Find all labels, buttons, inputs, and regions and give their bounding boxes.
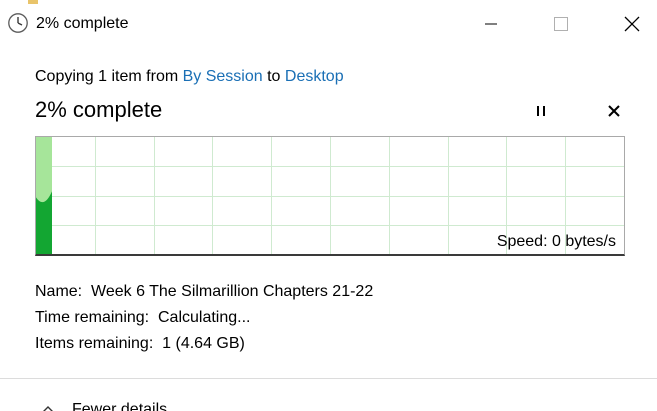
title-bar[interactable]: 2% complete: [0, 6, 657, 42]
window-title: 2% complete: [36, 15, 129, 32]
clock-icon: [8, 13, 28, 33]
progress-status: 2% complete: [35, 97, 163, 122]
to-word: to: [262, 68, 285, 85]
name-value: Week 6 The Silmarillion Chapters 21-22: [91, 283, 374, 300]
copy-description: Copying 1 item from By Session to Deskto…: [35, 68, 344, 86]
destination-link[interactable]: Desktop: [285, 68, 344, 85]
pause-button[interactable]: [526, 98, 556, 124]
close-icon: [624, 16, 640, 32]
fewer-details-button[interactable]: Fewer details: [38, 398, 167, 411]
minimize-button[interactable]: [468, 6, 514, 42]
source-link[interactable]: By Session: [183, 68, 263, 85]
name-row: Name: Week 6 The Silmarillion Chapters 2…: [35, 279, 373, 305]
copying-prefix: Copying 1 item from: [35, 68, 183, 85]
maximize-icon: [554, 17, 568, 31]
pause-icon: [537, 106, 545, 116]
details-panel: Name: Week 6 The Silmarillion Chapters 2…: [35, 279, 373, 357]
copy-progress-dialog: 2% complete Copying 1 item from By Sessi…: [0, 0, 657, 411]
close-button[interactable]: [609, 6, 655, 42]
items-remaining-row: Items remaining: 1 (4.64 GB): [35, 331, 373, 357]
footer-divider: [0, 378, 657, 379]
items-remaining-label: Items remaining:: [35, 335, 154, 352]
time-remaining-row: Time remaining: Calculating...: [35, 305, 373, 331]
speed-graph: Speed: 0 bytes/s: [35, 136, 625, 256]
name-label: Name:: [35, 283, 83, 300]
minimize-icon: [485, 23, 497, 25]
folder-icon: [28, 0, 38, 4]
cancel-button[interactable]: [599, 98, 629, 124]
time-remaining-label: Time remaining:: [35, 309, 150, 326]
speed-label: Speed: 0 bytes/s: [496, 233, 616, 250]
maximize-button[interactable]: [538, 6, 584, 42]
time-remaining-value: Calculating...: [158, 309, 251, 326]
stop-icon: [608, 105, 620, 117]
chevron-up-icon: [43, 406, 53, 411]
items-remaining-value: 1 (4.64 GB): [162, 335, 245, 352]
fewer-details-label: Fewer details: [72, 401, 168, 411]
